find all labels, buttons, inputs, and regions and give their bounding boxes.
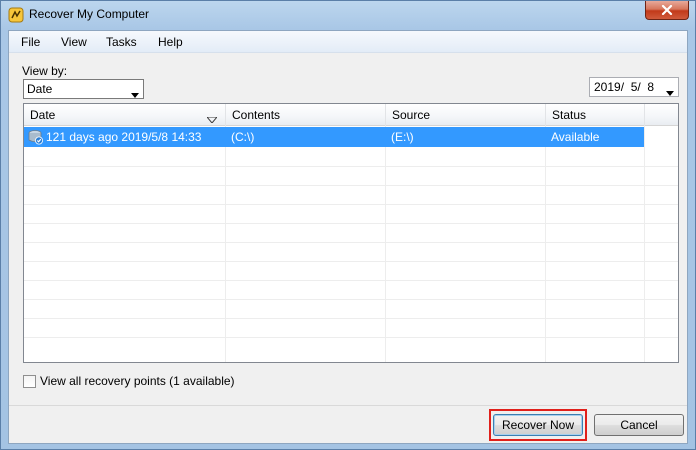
grid-line <box>24 280 678 281</box>
app-logo-icon <box>8 7 24 23</box>
client-area: File View Tasks Help View by: Date 2019/… <box>8 30 688 444</box>
date-picker-value: 2019/ 5/ 8 <box>594 80 655 94</box>
menu-view[interactable]: View <box>61 35 87 49</box>
date-picker[interactable]: 2019/ 5/ 8 <box>589 77 679 97</box>
grid-line <box>24 261 678 262</box>
view-by-select[interactable]: Date <box>23 79 144 99</box>
grid-line <box>24 223 678 224</box>
view-by-label: View by: <box>22 64 68 78</box>
view-all-label[interactable]: View all recovery points (1 available) <box>40 374 235 388</box>
sort-descending-icon <box>205 112 219 126</box>
row-source: (E:\) <box>391 130 414 144</box>
menu-tasks[interactable]: Tasks <box>106 35 137 49</box>
column-header-source[interactable]: Source <box>386 104 546 126</box>
recover-now-button[interactable]: Recover Now <box>493 414 583 436</box>
view-all-checkbox[interactable] <box>23 375 36 388</box>
grid-line <box>24 318 678 319</box>
recovery-points-list[interactable]: Date Contents Source Status 121 days ago… <box>23 103 679 363</box>
grid-line <box>545 126 546 362</box>
grid-line <box>644 126 645 362</box>
close-button[interactable] <box>645 1 689 20</box>
menu-bar: File View Tasks Help <box>9 31 687 53</box>
recovery-point-icon <box>28 129 44 145</box>
view-by-value: Date <box>27 82 53 96</box>
close-icon <box>661 5 673 15</box>
recover-window: Recover My Computer File View Tasks Help… <box>0 0 696 450</box>
title-bar[interactable]: Recover My Computer <box>1 1 695 29</box>
grid-line <box>24 185 678 186</box>
grid-line <box>225 126 226 362</box>
grid-line <box>385 126 386 362</box>
menu-help[interactable]: Help <box>158 35 183 49</box>
list-header: Date Contents Source Status <box>24 104 678 126</box>
grid-line <box>24 299 678 300</box>
column-header-date[interactable]: Date <box>24 104 226 126</box>
row-contents: (C:\) <box>231 130 255 144</box>
grid-line <box>24 166 678 167</box>
grid-line <box>24 204 678 205</box>
row-date: 121 days ago 2019/5/8 14:33 <box>46 130 202 144</box>
column-header-status[interactable]: Status <box>546 104 645 126</box>
window-title: Recover My Computer <box>29 7 150 21</box>
grid-line <box>24 337 678 338</box>
cancel-button[interactable]: Cancel <box>594 414 684 436</box>
grid-line <box>24 242 678 243</box>
chevron-down-icon <box>131 87 139 101</box>
table-row[interactable]: 121 days ago 2019/5/8 14:33 (C:\) (E:\) … <box>24 127 644 147</box>
column-header-contents[interactable]: Contents <box>226 104 386 126</box>
menu-file[interactable]: File <box>21 35 40 49</box>
row-status: Available <box>551 130 600 144</box>
chevron-down-icon <box>666 85 674 99</box>
